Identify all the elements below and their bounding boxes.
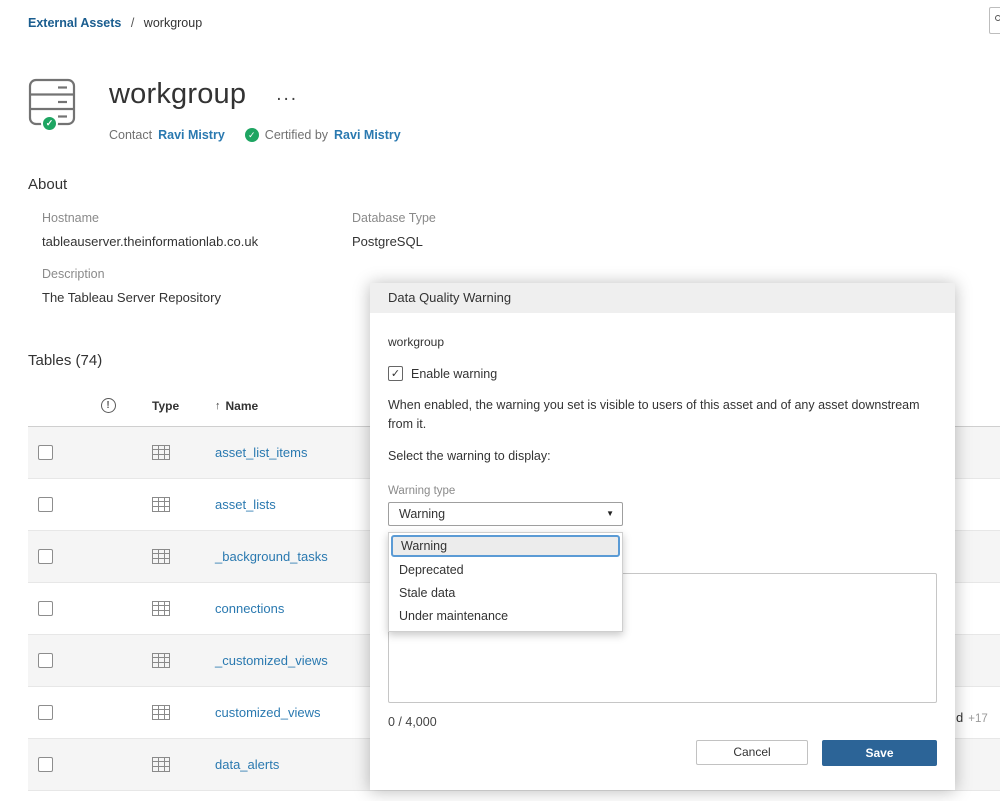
- data-quality-column-icon: !: [101, 398, 116, 413]
- certified-user-link[interactable]: Ravi Mistry: [334, 128, 401, 142]
- warning-type-label: Warning type: [388, 485, 937, 497]
- row-checkbox[interactable]: [38, 653, 53, 668]
- table-name-link[interactable]: connections: [215, 601, 284, 616]
- description-value: The Tableau Server Repository: [42, 290, 352, 305]
- table-grid-icon: [152, 705, 170, 720]
- row-checkbox[interactable]: [38, 705, 53, 720]
- contact-user-link[interactable]: Ravi Mistry: [158, 128, 225, 142]
- row-checkbox[interactable]: [38, 445, 53, 460]
- table-name-link[interactable]: customized_views: [215, 705, 321, 720]
- enable-warning-checkbox[interactable]: ✓ Enable warning: [388, 366, 937, 381]
- table-name-link[interactable]: asset_list_items: [215, 445, 307, 460]
- dropdown-option-deprecated[interactable]: Deprecated: [389, 559, 622, 582]
- dropdown-option-stale-data[interactable]: Stale data: [389, 582, 622, 605]
- warning-type-selected-value: Warning: [399, 507, 445, 521]
- toolbar-partial-icon: [995, 15, 1000, 21]
- checkbox-checked-icon: ✓: [388, 366, 403, 381]
- dialog-title: Data Quality Warning: [370, 283, 955, 313]
- certified-badge-icon: ✓: [41, 115, 58, 132]
- breadcrumb-separator: /: [131, 16, 134, 30]
- database-type-label: Database Type: [352, 211, 668, 225]
- asset-header: ✓ workgroup ... Contact Ravi Mistry ✓ Ce…: [28, 78, 401, 142]
- table-name-link[interactable]: asset_lists: [215, 497, 276, 512]
- row-checkbox[interactable]: [38, 757, 53, 772]
- table-grid-icon: [152, 601, 170, 616]
- warning-type-select[interactable]: Warning ▼: [388, 502, 623, 526]
- toolbar-partial-button[interactable]: [989, 7, 1000, 34]
- certified-check-icon: ✓: [245, 128, 259, 142]
- about-title: About: [28, 176, 668, 193]
- dropdown-option-warning[interactable]: Warning: [391, 535, 620, 557]
- breadcrumb-current: workgroup: [144, 16, 202, 30]
- caret-down-icon: ▼: [606, 509, 614, 518]
- save-button[interactable]: Save: [822, 740, 937, 766]
- table-grid-icon: [152, 757, 170, 772]
- row-checkbox[interactable]: [38, 601, 53, 616]
- partial-row-count-badge: +17: [968, 713, 988, 725]
- data-quality-warning-dialog: Data Quality Warning workgroup ✓ Enable …: [370, 283, 955, 790]
- contact-label: Contact: [109, 128, 152, 142]
- dialog-select-prompt: Select the warning to display:: [388, 449, 937, 463]
- table-name-link[interactable]: data_alerts: [215, 757, 279, 772]
- table-name-link[interactable]: _customized_views: [215, 653, 328, 668]
- hostname-value: tableauserver.theinformationlab.co.uk: [42, 234, 352, 249]
- table-grid-icon: [152, 653, 170, 668]
- table-grid-icon: [152, 549, 170, 564]
- partial-row-text: d +17: [956, 710, 988, 725]
- database-icon: ✓: [28, 78, 76, 126]
- character-count: 0 / 4,000: [388, 715, 937, 729]
- sort-asc-icon: ↑: [215, 400, 221, 412]
- dialog-description: When enabled, the warning you set is vis…: [388, 396, 928, 435]
- table-name-link[interactable]: _background_tasks: [215, 549, 328, 564]
- breadcrumb: External Assets / workgroup: [28, 16, 202, 30]
- dialog-asset-name: workgroup: [388, 335, 937, 349]
- partial-row-text-fragment: d: [956, 710, 963, 725]
- enable-warning-label: Enable warning: [411, 367, 497, 381]
- warning-type-menu: Warning Deprecated Stale data Under main…: [388, 532, 623, 632]
- column-header-name-label: Name: [226, 399, 259, 413]
- breadcrumb-external-assets-link[interactable]: External Assets: [28, 16, 121, 30]
- row-checkbox[interactable]: [38, 549, 53, 564]
- hostname-label: Hostname: [42, 211, 352, 225]
- page-title: workgroup: [109, 78, 246, 111]
- database-type-value: PostgreSQL: [352, 234, 668, 249]
- certified-label: Certified by: [265, 128, 328, 142]
- description-label: Description: [42, 267, 352, 281]
- table-grid-icon: [152, 497, 170, 512]
- more-actions-button[interactable]: ...: [276, 90, 298, 100]
- column-header-type[interactable]: Type: [144, 399, 212, 413]
- cancel-button[interactable]: Cancel: [696, 740, 808, 765]
- dropdown-option-under-maintenance[interactable]: Under maintenance: [389, 605, 622, 628]
- table-grid-icon: [152, 445, 170, 460]
- row-checkbox[interactable]: [38, 497, 53, 512]
